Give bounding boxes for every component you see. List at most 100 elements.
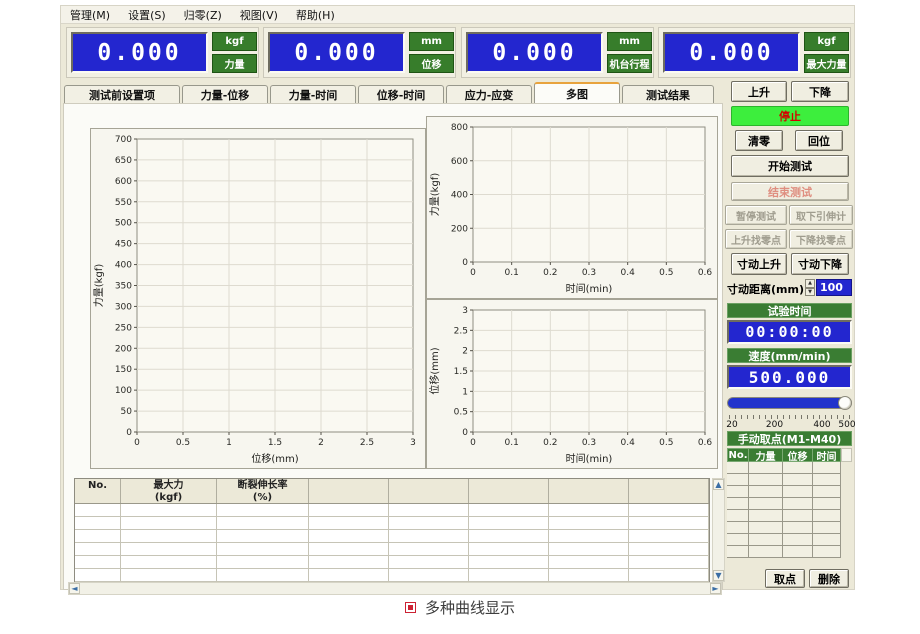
pick-point-button[interactable]: 取点 [765, 569, 805, 588]
results-column-header-6 [549, 479, 629, 503]
tab-0[interactable]: 测试前设置项 [64, 85, 180, 104]
test-time-header: 试验时间 [727, 303, 852, 318]
menu-item-4[interactable]: 帮助(H) [287, 6, 344, 24]
return-home-button[interactable]: 回位 [795, 130, 843, 151]
jog-down-button[interactable]: 寸动下降 [791, 253, 849, 275]
tab-1[interactable]: 力量-位移 [182, 85, 268, 104]
scroll-left-icon[interactable]: ◄ [69, 583, 80, 594]
jog-distance-input[interactable]: 100 [816, 279, 852, 296]
point-table-cell [813, 462, 841, 474]
multi-chart-page: 00.511.522.53050100150200250300350400450… [63, 103, 723, 590]
svg-text:0.1: 0.1 [505, 268, 519, 278]
speed-slider-thumb[interactable] [838, 396, 852, 410]
svg-text:350: 350 [115, 282, 132, 292]
svg-text:0.6: 0.6 [698, 438, 713, 448]
svg-text:0: 0 [470, 268, 476, 278]
chart-xlabel: 位移(mm) [251, 452, 298, 465]
clear-zero-button[interactable]: 清零 [735, 130, 783, 151]
jog-up-button[interactable]: 寸动上升 [731, 253, 787, 275]
svg-text:1.5: 1.5 [454, 367, 468, 377]
tab-2[interactable]: 力量-时间 [270, 85, 356, 104]
start-test-button[interactable]: 开始测试 [731, 155, 849, 177]
speed-slider[interactable] [727, 397, 852, 409]
svg-text:0: 0 [462, 258, 468, 268]
header-line1: No. [75, 480, 120, 492]
end-test-button: 结束测试 [731, 182, 849, 201]
results-column-header-1: 最大力(kgf) [121, 479, 217, 503]
caption-text: 多种曲线显示 [425, 597, 515, 618]
menu-bar: 管理(M)设置(S)归零(Z)视图(V)帮助(H) [61, 6, 854, 24]
control-panel: 上升 下降 停止 清零 回位 开始测试 结束测试 暂停测试 取下引伸计 上升找零… [723, 79, 856, 591]
menu-item-3[interactable]: 视图(V) [231, 6, 287, 24]
results-table-cell [389, 543, 469, 555]
results-table-cell [469, 543, 549, 555]
down-button[interactable]: 下降 [791, 81, 849, 102]
results-table-cell [389, 530, 469, 542]
svg-text:0.3: 0.3 [582, 438, 596, 448]
results-table-cell [549, 556, 629, 568]
up-button[interactable]: 上升 [731, 81, 787, 102]
menu-item-2[interactable]: 归零(Z) [175, 6, 231, 24]
menu-item-1[interactable]: 设置(S) [119, 6, 175, 24]
svg-text:250: 250 [115, 323, 132, 333]
chart-xlabel: 时间(min) [566, 282, 613, 295]
header-line1: 最大力 [121, 480, 216, 492]
results-table-cell [549, 543, 629, 555]
point-table-cell [749, 474, 783, 486]
svg-text:0.2: 0.2 [543, 268, 557, 278]
results-table-cell [549, 569, 629, 581]
stroke-label-badge: 机台行程 [607, 54, 652, 73]
display-group-force: 0.000 kgf 力量 [66, 27, 259, 78]
svg-text:0.5: 0.5 [454, 408, 468, 418]
results-table-cell [469, 556, 549, 568]
point-table-header: No.力量位移时间 [727, 448, 852, 462]
app-window: 管理(M)设置(S)归零(Z)视图(V)帮助(H) 0.000 kgf 力量 0… [60, 5, 855, 590]
tab-3[interactable]: 位移-时间 [358, 85, 444, 104]
point-table-cell [813, 498, 841, 510]
svg-text:0.5: 0.5 [176, 438, 190, 448]
point-table-column-1: 力量 [749, 448, 783, 462]
svg-text:400: 400 [451, 191, 468, 201]
jog-distance-stepper[interactable]: ▲ ▼ [805, 279, 815, 296]
point-table-scroll-top[interactable] [841, 448, 852, 462]
results-table-header: No.最大力(kgf)断裂伸长率(%) [75, 479, 709, 504]
point-table-cell [783, 474, 813, 486]
svg-text:2: 2 [318, 438, 324, 448]
force-label-badge: 力量 [212, 54, 257, 73]
slider-scale-2: 400 [813, 420, 830, 430]
point-table-cell [749, 486, 783, 498]
stepper-down-icon[interactable]: ▼ [805, 288, 815, 297]
tab-4[interactable]: 应力-应变 [446, 85, 532, 104]
delete-point-button[interactable]: 删除 [809, 569, 849, 588]
point-table-cell [783, 510, 813, 522]
up-find-zero-button: 上升找零点 [725, 229, 787, 249]
results-table-cell [75, 530, 121, 542]
stepper-up-icon[interactable]: ▲ [805, 279, 815, 288]
caption: 多种曲线显示 [0, 597, 920, 618]
chart-force-displacement: 00.511.522.53050100150200250300350400450… [90, 128, 426, 469]
results-table-row [75, 517, 709, 530]
results-table-cell [75, 569, 121, 581]
scroll-right-icon[interactable]: ► [710, 583, 721, 594]
manual-points-table: No.力量位移时间 [727, 448, 852, 558]
svg-text:1.5: 1.5 [268, 438, 282, 448]
point-table-row [727, 498, 852, 510]
point-table-column-0: No. [727, 448, 749, 462]
svg-text:0.3: 0.3 [582, 268, 596, 278]
tab-5[interactable]: 多图 [534, 82, 620, 104]
results-horizontal-scrollbar[interactable]: ◄ ► [68, 582, 722, 595]
tab-6[interactable]: 测试结果 [622, 85, 714, 104]
point-table-cell [749, 522, 783, 534]
menu-item-0[interactable]: 管理(M) [61, 6, 119, 24]
svg-text:0.4: 0.4 [621, 268, 636, 278]
speed-header: 速度(mm/min) [727, 348, 852, 363]
point-table-cell [813, 522, 841, 534]
chart-canvas-0: 00.511.522.53050100150200250300350400450… [91, 129, 423, 466]
point-table-row [727, 474, 852, 486]
point-table-column-3: 时间 [813, 448, 841, 462]
force-unit-badge: kgf [212, 32, 257, 51]
stop-button[interactable]: 停止 [731, 106, 849, 126]
max-force-unit-badge: kgf [804, 32, 849, 51]
slider-scale-3: 500 [838, 420, 855, 430]
svg-text:400: 400 [115, 261, 132, 271]
